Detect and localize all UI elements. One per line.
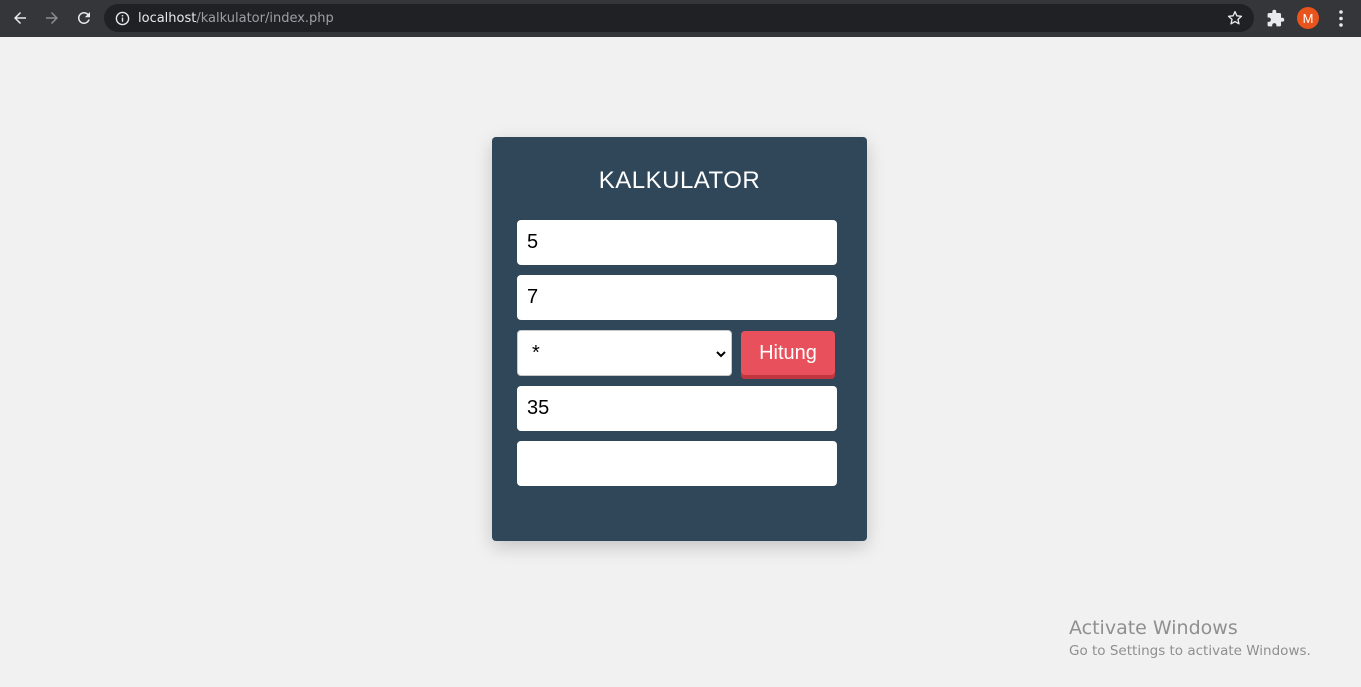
number1-input[interactable]: 5 (517, 220, 837, 265)
bookmark-star-icon[interactable] (1226, 9, 1244, 27)
watermark-title: Activate Windows (1069, 617, 1238, 639)
calculator-card: KALKULATOR 5 7 * Hitung 35 (492, 137, 867, 541)
extensions-puzzle-icon[interactable] (1266, 9, 1285, 28)
kebab-menu-icon[interactable] (1332, 9, 1350, 28)
reload-icon[interactable] (68, 2, 100, 34)
operator-value: * (532, 341, 540, 364)
number2-input[interactable]: 7 (517, 275, 837, 320)
forward-icon[interactable] (36, 2, 68, 34)
calculator-title: KALKULATOR (598, 167, 761, 194)
activate-windows-watermark: Activate Windows Go to Settings to activ… (1069, 617, 1311, 659)
result-field[interactable]: 35 (517, 386, 837, 431)
address-bar[interactable]: localhost/kalkulator/index.php (104, 4, 1254, 32)
hitung-button[interactable]: Hitung (741, 331, 835, 379)
chevron-down-icon (715, 345, 727, 363)
operator-select[interactable]: * (517, 330, 732, 376)
watermark-subtitle: Go to Settings to activate Windows. (1069, 643, 1311, 659)
back-icon[interactable] (4, 2, 36, 34)
info-icon[interactable] (114, 10, 130, 26)
extra-field[interactable] (517, 441, 837, 486)
url-text: localhost/kalkulator/index.php (138, 10, 334, 26)
browser-toolbar: localhost/kalkulator/index.php M (0, 0, 1361, 37)
profile-avatar[interactable]: M (1297, 7, 1319, 29)
